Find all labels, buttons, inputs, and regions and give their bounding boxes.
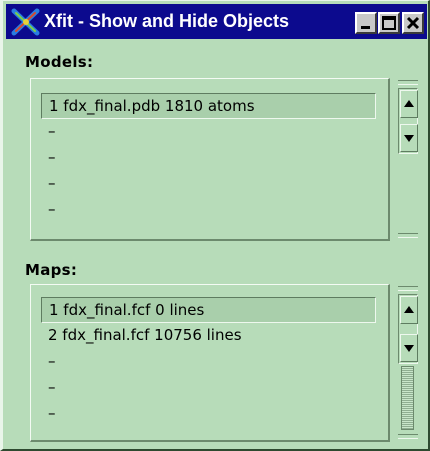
show-hide-objects-window: Xfit - Show and Hide Objects Models: 1 f… (0, 0, 430, 451)
models-scrollbar[interactable] (398, 78, 418, 241)
window-title: Xfit - Show and Hide Objects (44, 11, 290, 31)
scroll-up-button[interactable] (400, 90, 418, 118)
scrollbar-thumb[interactable] (401, 366, 414, 430)
scroll-up-button[interactable] (400, 296, 418, 324)
model-list-item[interactable]: – (41, 119, 376, 145)
scrollbar-end-cap (398, 233, 418, 238)
map-list-item[interactable]: – (41, 349, 376, 375)
title-bar[interactable]: Xfit - Show and Hide Objects (6, 4, 427, 39)
minimize-icon (361, 26, 370, 29)
map-list-item[interactable]: 2 fdx_final.fcf 10756 lines (41, 323, 376, 349)
maps-list[interactable]: 1 fdx_final.fcf 0 lines 2 fdx_final.fcf … (30, 284, 390, 442)
maximize-button[interactable] (378, 12, 400, 34)
close-icon (406, 16, 420, 30)
arrow-down-icon (404, 135, 414, 142)
model-list-item[interactable]: – (41, 197, 376, 223)
maximize-icon (382, 16, 396, 30)
minimize-button[interactable] (355, 12, 377, 34)
close-button[interactable] (402, 12, 424, 34)
map-list-item[interactable]: 1 fdx_final.fcf 0 lines (41, 297, 376, 323)
maps-heading: Maps: (25, 261, 78, 279)
models-heading: Models: (25, 53, 94, 71)
models-list[interactable]: 1 fdx_final.pdb 1810 atoms – – – – (30, 78, 390, 241)
arrow-down-icon (404, 345, 414, 352)
scrollbar-end-cap (398, 80, 418, 85)
scroll-down-button[interactable] (400, 334, 418, 362)
map-list-item[interactable]: – (41, 401, 376, 427)
model-list-item[interactable]: 1 fdx_final.pdb 1810 atoms (41, 93, 376, 119)
model-list-item[interactable]: – (41, 145, 376, 171)
model-list-item[interactable]: – (41, 171, 376, 197)
map-list-item[interactable]: – (41, 375, 376, 401)
scroll-down-button[interactable] (400, 124, 418, 152)
scrollbar-track[interactable] (398, 294, 418, 364)
maps-scrollbar[interactable] (398, 284, 418, 442)
scrollbar-end-cap (398, 286, 418, 291)
arrow-up-icon (404, 306, 414, 313)
xfit-app-icon[interactable] (11, 8, 41, 36)
arrow-up-icon (404, 100, 414, 107)
scrollbar-track[interactable] (398, 88, 418, 154)
scrollbar-end-cap (398, 434, 418, 439)
